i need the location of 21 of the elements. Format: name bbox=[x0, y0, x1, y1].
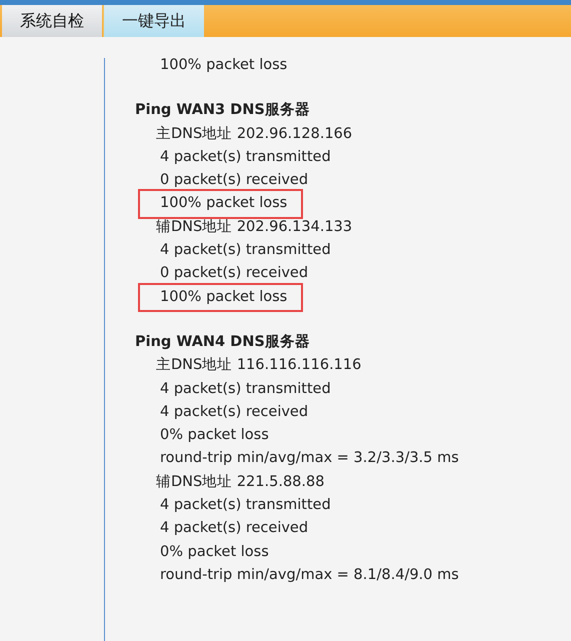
result-line: 4 packet(s) transmitted bbox=[160, 148, 331, 167]
result-line: 4 packet(s) received bbox=[160, 519, 308, 538]
tab[interactable]: 一键导出 bbox=[103, 5, 204, 37]
result-line: 0 packet(s) received bbox=[160, 171, 308, 190]
dns-address-line: 辅DNS地址 221.5.88.88 bbox=[156, 472, 324, 492]
tab[interactable]: 系统自检 bbox=[2, 5, 102, 37]
dns-address-line: 主DNS地址 202.96.128.166 bbox=[156, 124, 352, 144]
result-line: round-trip min/avg/max = 3.2/3.3/3.5 ms bbox=[160, 449, 459, 468]
result-line: 4 packet(s) received bbox=[160, 402, 308, 422]
result-line: 4 packet(s) transmitted bbox=[160, 241, 331, 260]
result-line: 0 packet(s) received bbox=[160, 264, 308, 284]
dns-address-line: 主DNS地址 116.116.116.116 bbox=[156, 356, 362, 376]
section-heading: Ping WAN4 DNS服务器 bbox=[135, 332, 310, 352]
result-line: 4 packet(s) transmitted bbox=[160, 496, 331, 516]
result-line: 100% packet loss bbox=[160, 56, 288, 75]
result-line: 0% packet loss bbox=[160, 426, 269, 446]
result-line: 0% packet loss bbox=[160, 542, 269, 562]
dns-address-line: 辅DNS地址 202.96.134.133 bbox=[156, 218, 352, 237]
result-line: 4 packet(s) transmitted bbox=[160, 380, 331, 399]
section-heading: Ping WAN3 DNS服务器 bbox=[135, 101, 310, 120]
result-line: round-trip min/avg/max = 8.1/8.4/9.0 ms bbox=[160, 566, 459, 585]
